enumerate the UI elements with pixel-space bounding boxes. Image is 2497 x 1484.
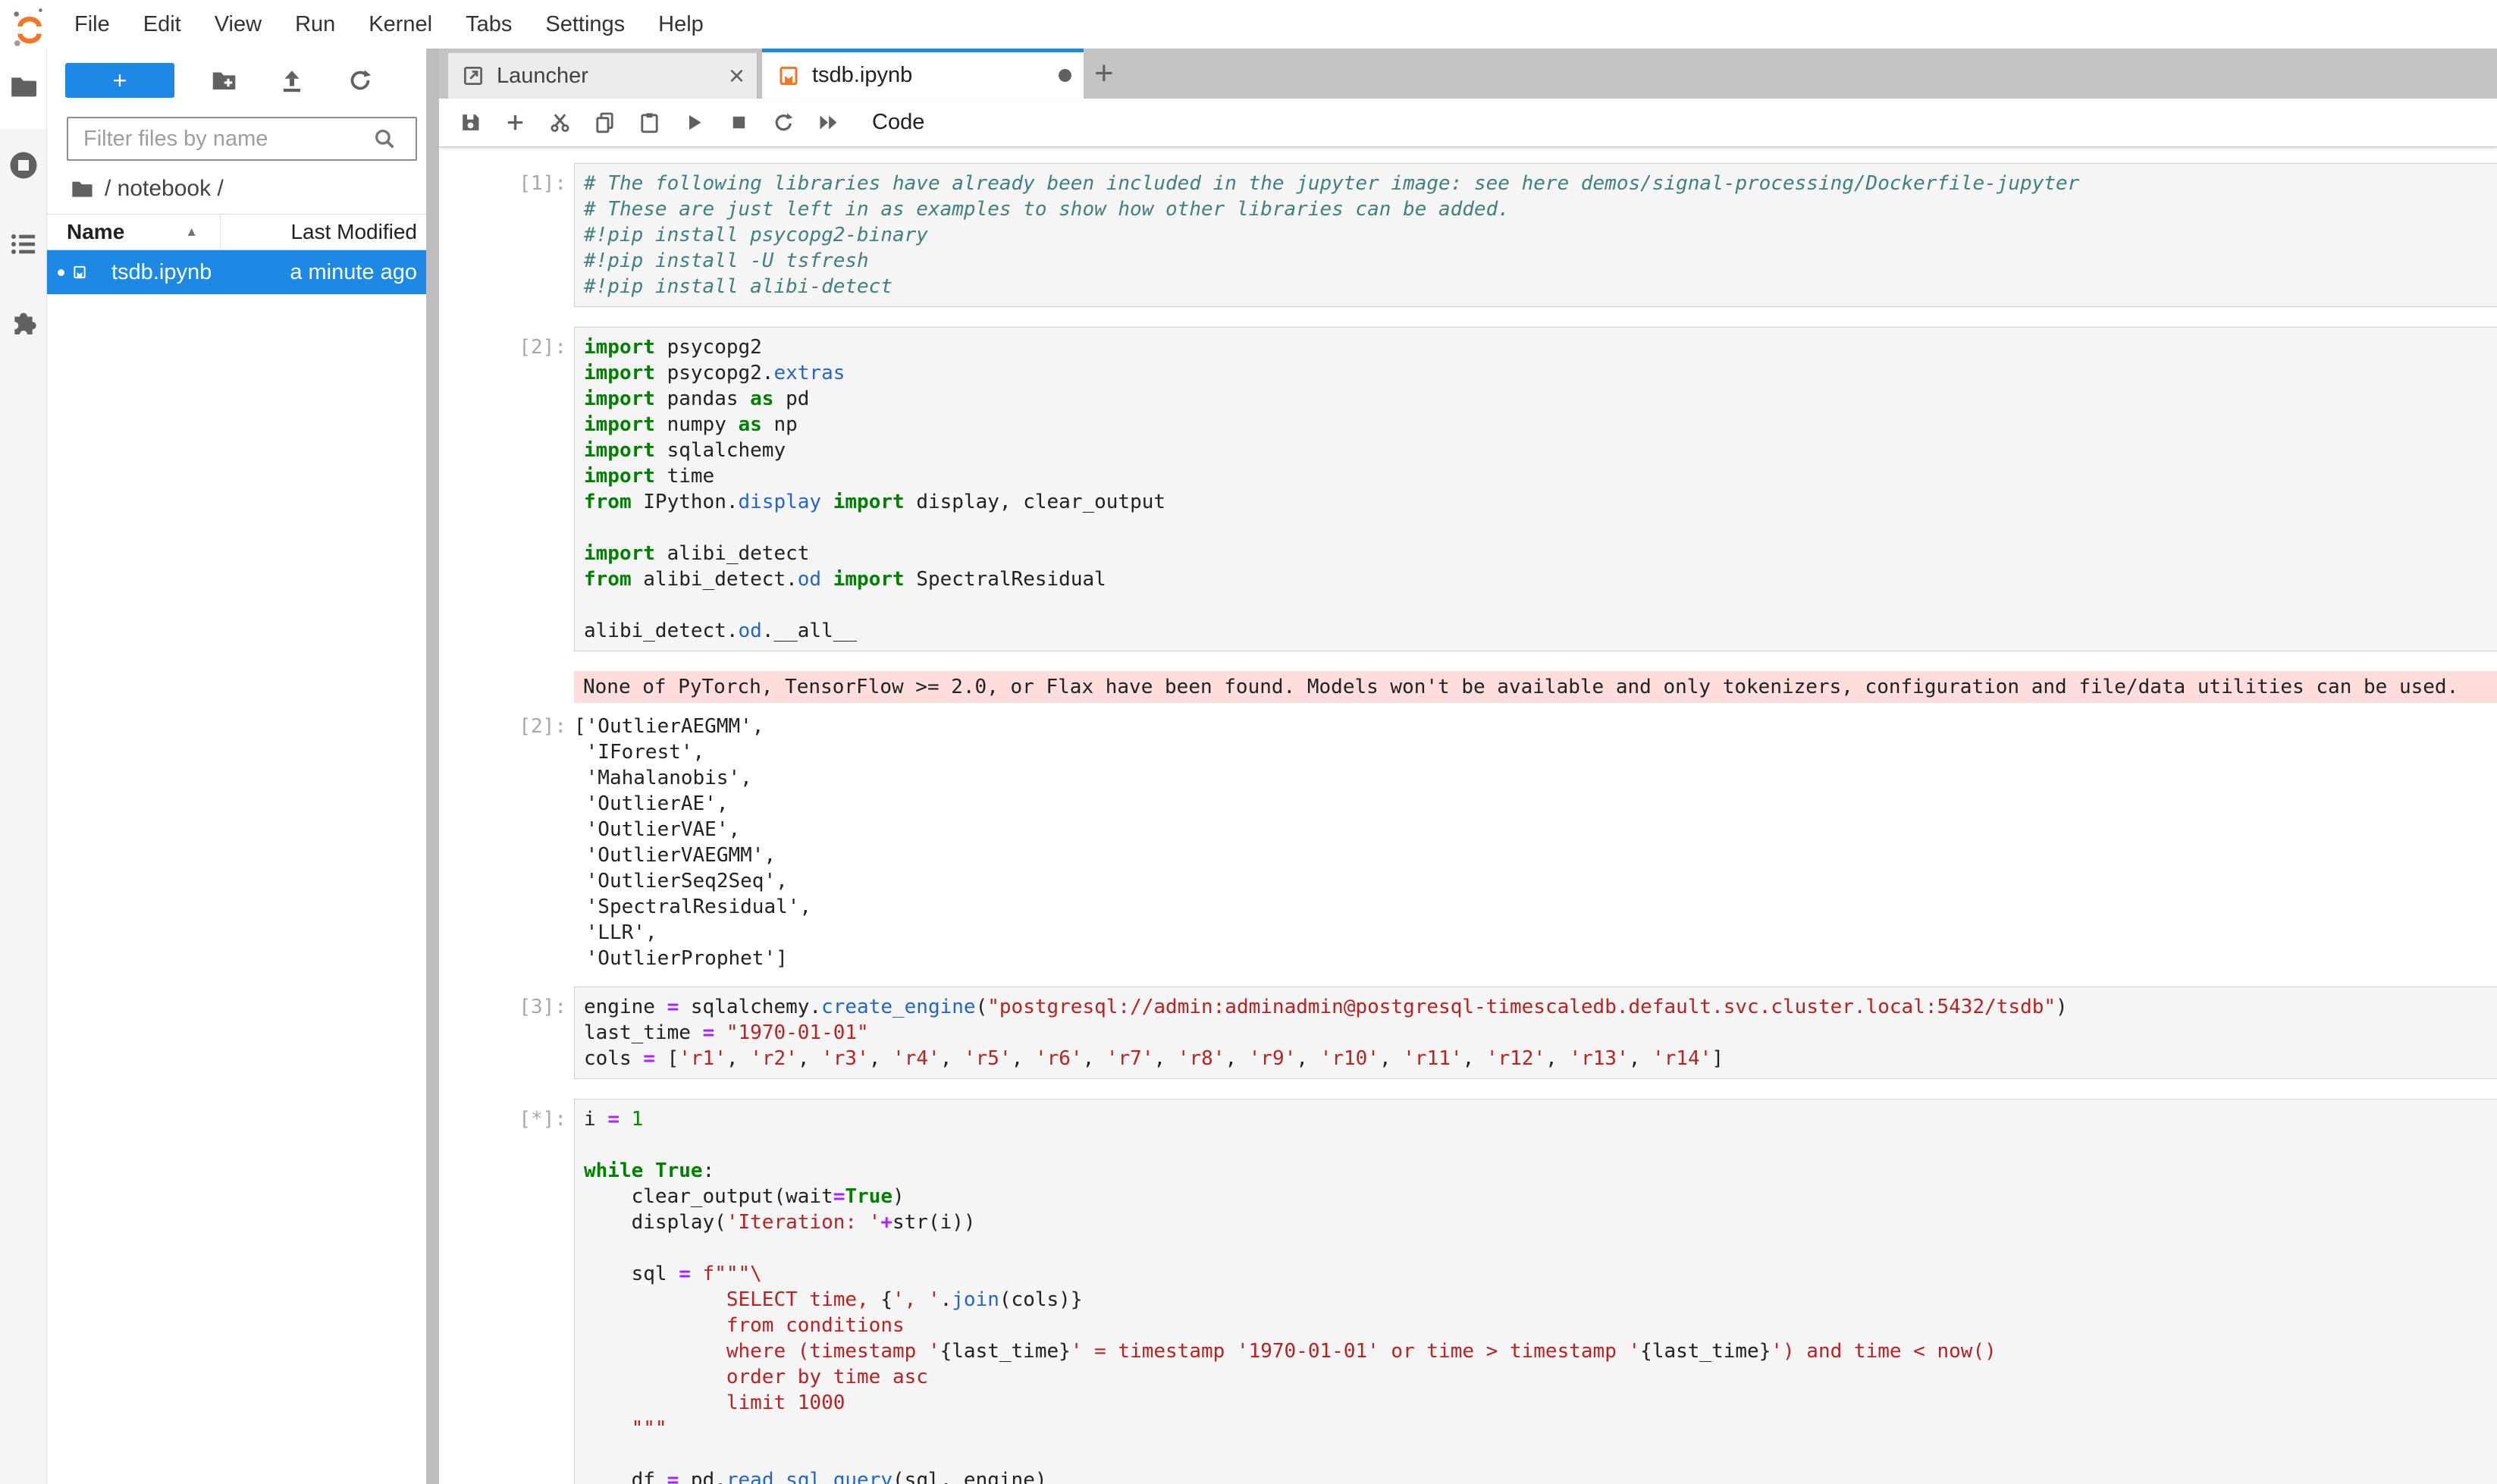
file-name: tsdb.ipynb: [111, 260, 290, 285]
cell-code: engine = sqlalchemy.create_engine("postg…: [584, 994, 2497, 1071]
tab-launcher[interactable]: Launcher×: [448, 53, 758, 99]
home-folder-icon: [70, 177, 105, 201]
cell-prompt: [2]:: [439, 327, 574, 651]
paste-cells-button[interactable]: [627, 104, 672, 142]
menu-tabs[interactable]: Tabs: [449, 12, 529, 37]
stop-icon: [727, 111, 751, 134]
menu-run[interactable]: Run: [278, 12, 352, 37]
new-tab-button[interactable]: +: [1094, 57, 1114, 90]
sidebar-tab-running-kernels[interactable]: [0, 127, 47, 206]
cell-input[interactable]: import psycopg2 import psycopg2.extras i…: [574, 327, 2497, 651]
refresh-icon: [347, 67, 374, 94]
run-cell-button[interactable]: [672, 104, 717, 142]
notebook-icon-white: [72, 259, 99, 286]
menu-kernel[interactable]: Kernel: [352, 12, 449, 37]
notebook-icon-orange: [777, 64, 800, 87]
column-header-last-modified[interactable]: Last Modified: [220, 215, 426, 249]
panel-resize-divider[interactable]: [426, 49, 439, 1484]
sidebar-activity-bar: [0, 49, 47, 1484]
cell-type-dropdown[interactable]: Code: [872, 110, 1002, 135]
search-icon: [372, 126, 397, 152]
stderr-output: None of PyTorch, TensorFlow >= 2.0, or F…: [574, 671, 2497, 703]
new-launcher-button[interactable]: +: [65, 63, 174, 98]
run-all-icon: [817, 111, 840, 134]
menu-edit[interactable]: Edit: [127, 12, 198, 37]
insert-cell-button[interactable]: [493, 104, 538, 142]
file-modified: a minute ago: [290, 260, 426, 285]
column-header-name[interactable]: Name ▲: [47, 220, 220, 244]
tab-label: tsdb.ipynb: [812, 63, 1059, 88]
cell-input[interactable]: # The following libraries have already b…: [574, 163, 2497, 307]
tab-bar: Launcher× tsdb.ipynb +: [439, 49, 2497, 99]
cut-cells-button[interactable]: [538, 104, 582, 142]
tab-label: Launcher: [497, 64, 729, 89]
menu-settings[interactable]: Settings: [529, 12, 642, 37]
breadcrumb-path: / notebook /: [105, 176, 224, 202]
tab-tsdb-ipynb[interactable]: tsdb.ipynb: [762, 49, 1084, 99]
sort-ascending-icon: ▲: [185, 224, 198, 240]
code-cell[interactable]: [3]:engine = sqlalchemy.create_engine("p…: [439, 987, 2497, 1079]
file-browser-panel: + / notebook / Name ▲ Last Modified tsdb…: [47, 49, 426, 1484]
unsaved-dot: [58, 269, 64, 276]
folder-icon: [8, 71, 39, 102]
sidebar-tab-extensions[interactable]: [0, 285, 47, 364]
file-list-header: Name ▲ Last Modified: [47, 214, 426, 250]
restart-run-all-button[interactable]: [806, 104, 851, 142]
notebook-toolbar: Code: [439, 99, 2497, 147]
toc-icon: [8, 229, 39, 259]
add-icon: [503, 111, 527, 134]
code-cell[interactable]: [2]:import psycopg2 import psycopg2.extr…: [439, 327, 2497, 651]
save-icon: [459, 111, 482, 134]
cut-icon: [548, 111, 572, 134]
save-button[interactable]: [448, 104, 493, 142]
cell-code: # The following libraries have already b…: [584, 171, 2497, 300]
run-icon: [682, 111, 706, 134]
output-cell: [2]:['OutlierAEGMM', 'IForest', 'Mahalan…: [439, 714, 2497, 971]
launcher-icon: [462, 64, 485, 87]
paste-icon: [638, 111, 661, 134]
copy-cells-button[interactable]: [582, 104, 627, 142]
cell-code: import psycopg2 import psycopg2.extras i…: [584, 334, 2497, 644]
puzzle-icon: [8, 308, 39, 338]
cell-prompt: [1]:: [439, 163, 574, 307]
breadcrumb[interactable]: / notebook /: [70, 176, 426, 202]
code-cell[interactable]: [1]:# The following libraries have alrea…: [439, 163, 2497, 307]
output-prompt: [2]:: [439, 714, 574, 971]
new-folder-button[interactable]: [190, 63, 258, 98]
sidebar-tab-table-of-contents[interactable]: [0, 206, 47, 285]
interrupt-kernel-button[interactable]: [717, 104, 761, 142]
cell-prompt: [3]:: [439, 987, 574, 1079]
cell-prompt: [*]:: [439, 1099, 574, 1484]
new-folder-icon: [210, 67, 237, 94]
output-text: ['OutlierAEGMM', 'IForest', 'Mahalanobis…: [574, 714, 2497, 971]
cell-input[interactable]: engine = sqlalchemy.create_engine("postg…: [574, 987, 2497, 1079]
file-row[interactable]: tsdb.ipynba minute ago: [47, 250, 426, 294]
cell-type-label: Code: [872, 110, 924, 135]
cell-code: i = 1 while True: clear_output(wait=True…: [584, 1106, 2497, 1484]
dirty-indicator-icon: [1059, 69, 1071, 82]
jupyter-logo-icon: [11, 5, 49, 43]
file-browser-toolbar: +: [47, 49, 426, 103]
restart-icon: [772, 111, 795, 134]
menu-bar: FileEditViewRunKernelTabsSettingsHelp: [0, 0, 2497, 49]
close-icon[interactable]: ×: [729, 60, 745, 92]
chevron-down-icon: [980, 112, 1002, 133]
refresh-button[interactable]: [326, 63, 394, 98]
output-area: ['OutlierAEGMM', 'IForest', 'Mahalanobis…: [574, 714, 2497, 971]
code-cell[interactable]: [*]:i = 1 while True: clear_output(wait=…: [439, 1099, 2497, 1484]
menu-file[interactable]: File: [58, 12, 127, 37]
menu-help[interactable]: Help: [642, 12, 720, 37]
sidebar-tab-file-browser[interactable]: [0, 49, 47, 127]
menu-view[interactable]: View: [198, 12, 278, 37]
upload-button[interactable]: [258, 63, 326, 98]
filter-files-input[interactable]: [67, 117, 417, 161]
cell-input[interactable]: i = 1 while True: clear_output(wait=True…: [574, 1099, 2497, 1484]
warning-text: None of PyTorch, TensorFlow >= 2.0, or F…: [583, 674, 2497, 700]
notebook-area[interactable]: [1]:# The following libraries have alrea…: [439, 147, 2497, 1484]
upload-icon: [278, 67, 306, 94]
copy-icon: [593, 111, 616, 134]
stop-circle-icon: [8, 150, 39, 180]
restart-kernel-button[interactable]: [761, 104, 806, 142]
